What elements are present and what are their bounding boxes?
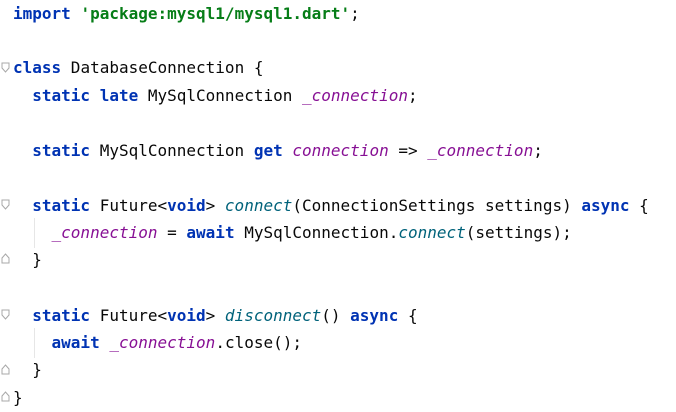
code-line[interactable]: _connection = await MySqlConnection.conn… — [13, 219, 572, 246]
code-line[interactable]: await _connection.close(); — [13, 329, 302, 356]
code-token: MySqlConnection. — [234, 223, 399, 242]
code-token: connection — [292, 141, 389, 160]
code-token: static — [32, 141, 91, 160]
code-token: Future< — [90, 196, 168, 215]
code-token: 'package:mysql1/mysql1.dart' — [80, 4, 351, 23]
code-token: get — [253, 141, 283, 160]
code-token: ; — [533, 141, 543, 160]
code-token: await — [51, 333, 100, 352]
code-token: class — [13, 58, 62, 77]
code-token: (ConnectionSettings settings) — [292, 196, 582, 215]
fold-close-icon[interactable] — [1, 364, 10, 375]
code-token: static — [32, 196, 91, 215]
code-line[interactable]: static Future<void> disconnect() async { — [13, 302, 418, 329]
code-token: connect — [224, 196, 293, 215]
code-token: { — [629, 196, 649, 215]
code-line[interactable]: } — [13, 356, 42, 383]
code-token: ; — [350, 4, 360, 23]
code-line[interactable]: } — [13, 246, 42, 273]
code-token: { — [398, 306, 418, 325]
code-token: _connection — [427, 141, 534, 160]
code-token: async — [581, 196, 630, 215]
fold-close-icon[interactable] — [1, 391, 10, 402]
code-token: ; — [407, 86, 418, 105]
code-token: static — [32, 86, 91, 105]
editor-gutter — [0, 0, 12, 412]
code-token: connect — [398, 223, 466, 242]
code-token: .close(); — [215, 333, 303, 352]
code-token: _connection — [51, 223, 158, 242]
code-token: async — [350, 306, 399, 325]
code-token: } — [13, 250, 42, 269]
code-token: = — [157, 223, 187, 242]
code-line[interactable]: static MySqlConnection get connection =>… — [13, 137, 543, 164]
code-token: DatabaseConnection { — [61, 58, 264, 77]
fold-close-icon[interactable] — [1, 253, 10, 264]
code-token: static — [32, 306, 91, 325]
fold-open-icon[interactable] — [1, 62, 10, 73]
code-line[interactable]: } — [13, 384, 23, 411]
code-line[interactable]: static late MySqlConnection _connection; — [13, 82, 418, 109]
code-line[interactable]: static Future<void> connect(ConnectionSe… — [13, 192, 649, 219]
code-token: => — [388, 141, 428, 160]
code-token: MySqlConnection — [90, 141, 254, 160]
code-token: } — [13, 360, 42, 379]
code-token: _connection — [109, 333, 216, 352]
code-token: MySqlConnection — [138, 86, 302, 105]
code-token: disconnect — [224, 306, 322, 325]
code-token: () — [321, 306, 351, 325]
code-token: > — [205, 306, 225, 325]
code-editor[interactable]: import 'package:mysql1/mysql1.dart'; clas… — [0, 0, 676, 412]
code-token: import — [13, 4, 71, 23]
code-token: await — [186, 223, 235, 242]
fold-open-icon[interactable] — [1, 199, 10, 210]
code-token: } — [13, 388, 23, 407]
code-token: (settings); — [465, 223, 572, 242]
fold-open-icon[interactable] — [1, 309, 10, 320]
code-token: _connection — [302, 86, 408, 105]
code-line[interactable]: class DatabaseConnection { — [13, 54, 263, 81]
code-token: > — [205, 196, 225, 215]
code-line[interactable]: import 'package:mysql1/mysql1.dart'; — [13, 0, 360, 27]
code-token: Future< — [90, 306, 168, 325]
code-token: void — [167, 306, 206, 325]
code-token: late — [99, 86, 139, 105]
code-token: void — [167, 196, 206, 215]
